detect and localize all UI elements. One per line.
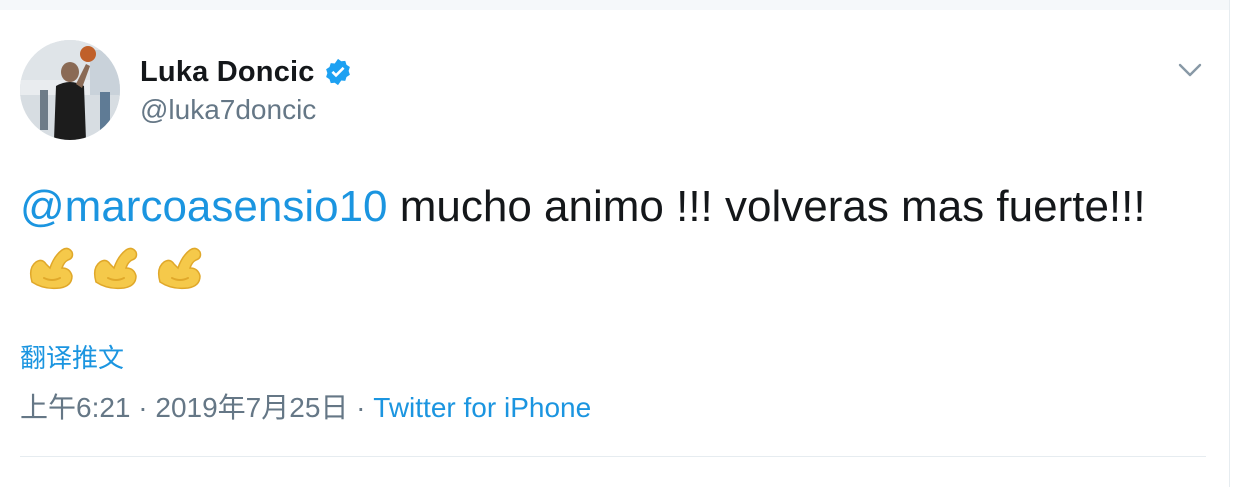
author-name-row[interactable]: Luka Doncic	[140, 52, 353, 92]
avatar[interactable]	[20, 40, 120, 140]
tweet-body: mucho animo !!! volveras mas fuerte!!!	[387, 182, 1146, 231]
verified-badge-icon	[323, 57, 353, 87]
tweet-meta: 上午6:21 · 2019年7月25日 · Twitter for iPhone	[20, 386, 591, 426]
flexed-biceps-icon	[88, 238, 142, 292]
avatar-image	[20, 40, 120, 140]
emoji-group	[24, 238, 216, 309]
author-handle[interactable]: @luka7doncic	[140, 94, 316, 126]
flexed-biceps-icon	[152, 238, 206, 292]
tweet-card: Luka Doncic @luka7doncic @marcoasensio10…	[0, 0, 1242, 487]
tweet-timestamp[interactable]: 上午6:21 · 2019年7月25日 ·	[20, 392, 373, 423]
display-name[interactable]: Luka Doncic	[140, 56, 315, 89]
tweet-text: @marcoasensio10 mucho animo !!! volveras…	[20, 176, 1170, 309]
chevron-down-icon[interactable]	[1176, 56, 1204, 84]
top-strip	[0, 0, 1230, 10]
divider	[20, 456, 1206, 457]
flexed-biceps-icon	[24, 238, 78, 292]
translate-tweet-link[interactable]: 翻译推文	[20, 338, 124, 375]
tweet-source-link[interactable]: Twitter for iPhone	[373, 392, 591, 423]
mention-link[interactable]: @marcoasensio10	[20, 182, 388, 231]
right-border	[1229, 0, 1230, 487]
